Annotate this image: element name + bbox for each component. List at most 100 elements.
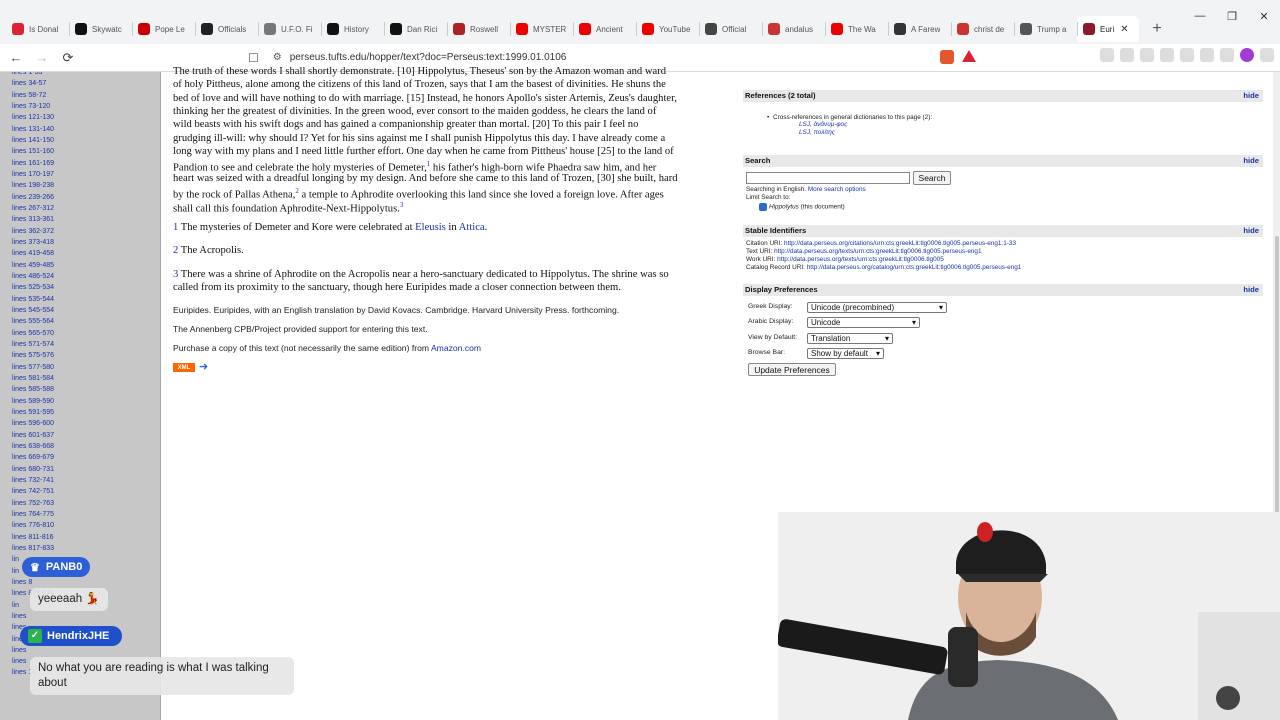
- tab[interactable]: andalus: [762, 16, 825, 42]
- bookmark-icon[interactable]: ☐: [248, 51, 259, 65]
- browse-bar-link[interactable]: lines 742-751: [12, 488, 54, 495]
- browse-bar-link[interactable]: lines 535-544: [12, 296, 54, 303]
- browse-bar-link[interactable]: lines 58-72: [12, 92, 46, 99]
- xml-button[interactable]: XML: [173, 363, 195, 372]
- browse-bar-link[interactable]: lines 459-485: [12, 262, 54, 269]
- site-info-icon[interactable]: ⚙: [273, 52, 282, 63]
- browse-bar-link[interactable]: lines 34-57: [12, 80, 46, 87]
- preference-select[interactable]: Translation: [807, 332, 893, 344]
- tab[interactable]: Trump a: [1014, 16, 1077, 42]
- browse-bar-link[interactable]: lines 577-580: [12, 364, 54, 371]
- tab[interactable]: Skywatc: [69, 16, 132, 42]
- browse-bar-link[interactable]: lines 1-33: [12, 72, 42, 76]
- browse-bar-link[interactable]: lines: [12, 647, 26, 654]
- browse-bar-link[interactable]: lines 545-554: [12, 307, 54, 314]
- tab[interactable]: christ de: [951, 16, 1014, 42]
- identifier-uri-link[interactable]: http://data.perseus.org/texts/urn:cts:gr…: [777, 256, 944, 263]
- identifier-uri-link[interactable]: http://data.perseus.org/catalog/urn:cts:…: [807, 264, 1022, 271]
- reload-icon[interactable]: ⟳: [58, 48, 78, 68]
- rewards-icon[interactable]: [962, 50, 976, 62]
- browse-bar-link[interactable]: lines 198-238: [12, 182, 54, 189]
- browse-bar-link[interactable]: lines 486-524: [12, 273, 54, 280]
- browse-bar-link[interactable]: lin: [12, 556, 19, 563]
- browse-bar-link[interactable]: lines 161-169: [12, 160, 54, 167]
- browse-bar-link[interactable]: lines 373-418: [12, 239, 54, 246]
- browse-bar-link[interactable]: lines 121-130: [12, 114, 54, 121]
- hide-link[interactable]: hide: [1243, 284, 1259, 296]
- identifier-uri-link[interactable]: http://data.perseus.org/texts/urn:cts:gr…: [774, 248, 981, 255]
- tab-close-icon[interactable]: ✕: [1120, 24, 1128, 35]
- profile-icon[interactable]: [1240, 48, 1254, 62]
- close-window-icon[interactable]: ✕: [1248, 0, 1280, 32]
- browse-bar-link[interactable]: lines 776-810: [12, 522, 54, 529]
- browse-bar-link[interactable]: lines 170-197: [12, 171, 54, 178]
- search-input[interactable]: [746, 172, 910, 184]
- tab[interactable]: Dan Rici: [384, 16, 447, 42]
- tab[interactable]: Roswell: [447, 16, 510, 42]
- browse-bar-link[interactable]: lines 752-763: [12, 500, 54, 507]
- browse-bar-link[interactable]: lines 239-266: [12, 194, 54, 201]
- tab[interactable]: The Wa: [825, 16, 888, 42]
- browse-bar-link[interactable]: lines 575-576: [12, 352, 54, 359]
- browse-bar-link[interactable]: lines 585-588: [12, 386, 54, 393]
- browse-bar-link[interactable]: lines 764-775: [12, 511, 54, 518]
- preference-select[interactable]: Unicode: [807, 317, 920, 329]
- media-icon[interactable]: [1140, 48, 1154, 62]
- browse-bar-link[interactable]: lines 141-150: [12, 137, 54, 144]
- browse-bar-link[interactable]: lines 732-741: [12, 477, 54, 484]
- tab[interactable]: History: [321, 16, 384, 42]
- back-icon[interactable]: ←: [6, 48, 26, 68]
- tab[interactable]: Ancient: [573, 16, 636, 42]
- preference-select[interactable]: Unicode (precombined): [807, 302, 947, 313]
- tab[interactable]: YouTube: [636, 16, 699, 42]
- browse-bar-link[interactable]: lines 73-120: [12, 103, 50, 110]
- vpn-icon[interactable]: [1220, 48, 1234, 62]
- browse-bar-link[interactable]: lines: [12, 613, 26, 620]
- preference-select[interactable]: Show by default: [807, 347, 884, 359]
- browse-bar-link[interactable]: lines 362-372: [12, 228, 54, 235]
- tab[interactable]: A Farew: [888, 16, 951, 42]
- menu-icon[interactable]: [1260, 48, 1274, 62]
- more-search-options-link[interactable]: More search options: [808, 186, 866, 193]
- browse-bar-link[interactable]: lines 313-361: [12, 216, 54, 223]
- restore-icon[interactable]: ❐: [1216, 0, 1248, 32]
- identifier-uri-link[interactable]: http://data.perseus.org/citations/urn:ct…: [784, 240, 1016, 247]
- eleusis-link[interactable]: Eleusis: [415, 222, 446, 233]
- browse-bar-link[interactable]: lines 131-140: [12, 126, 54, 133]
- search-button[interactable]: Search: [913, 171, 951, 185]
- extension-icon[interactable]: [1120, 48, 1134, 62]
- tab[interactable]: Officials: [195, 16, 258, 42]
- browse-bar-link[interactable]: lines 8: [12, 579, 32, 586]
- browse-bar-link[interactable]: lines 596-600: [12, 420, 54, 427]
- browse-bar-link[interactable]: lines 811-816: [12, 534, 54, 541]
- browse-bar-link[interactable]: lines 555-564: [12, 318, 54, 325]
- new-tab-icon[interactable]: +: [1147, 19, 1167, 39]
- hide-link[interactable]: hide: [1243, 225, 1259, 237]
- tab[interactable]: Official: [699, 16, 762, 42]
- hide-link[interactable]: hide: [1243, 155, 1259, 167]
- browse-bar-link[interactable]: lines 151-160: [12, 148, 54, 155]
- browse-bar-link[interactable]: lines 591-595: [12, 409, 54, 416]
- browse-bar-link[interactable]: lines 601-637: [12, 432, 54, 439]
- wallet-icon[interactable]: [1180, 48, 1194, 62]
- tab[interactable]: Is Donal: [6, 16, 69, 42]
- checkbox[interactable]: [759, 203, 767, 211]
- extension-icon[interactable]: [1100, 48, 1114, 62]
- browse-bar-link[interactable]: lines: [12, 658, 26, 665]
- forward-icon[interactable]: →: [32, 48, 52, 68]
- footnote-ref-link[interactable]: 3: [400, 201, 404, 209]
- brave-shield-icon[interactable]: [940, 50, 954, 64]
- tab[interactable]: Pope Le: [132, 16, 195, 42]
- tab[interactable]: U.F.O. Fi: [258, 16, 321, 42]
- amazon-link[interactable]: Amazon.com: [431, 343, 481, 353]
- browse-bar-link[interactable]: lines 638-668: [12, 443, 54, 450]
- lsj-link[interactable]: LSJ, ἀνάνυμ-φος: [799, 121, 1280, 129]
- browse-bar-link[interactable]: lines 680-731: [12, 466, 54, 473]
- leo-icon[interactable]: [1200, 48, 1214, 62]
- attica-link[interactable]: Attica: [459, 222, 485, 233]
- tab[interactable]: MYSTER: [510, 16, 573, 42]
- sidebar-icon[interactable]: [1160, 48, 1174, 62]
- arrow-right-icon[interactable]: ➜: [199, 360, 208, 373]
- browse-bar-link[interactable]: lines 419-458: [12, 250, 54, 257]
- browse-bar-link[interactable]: lin: [12, 568, 19, 575]
